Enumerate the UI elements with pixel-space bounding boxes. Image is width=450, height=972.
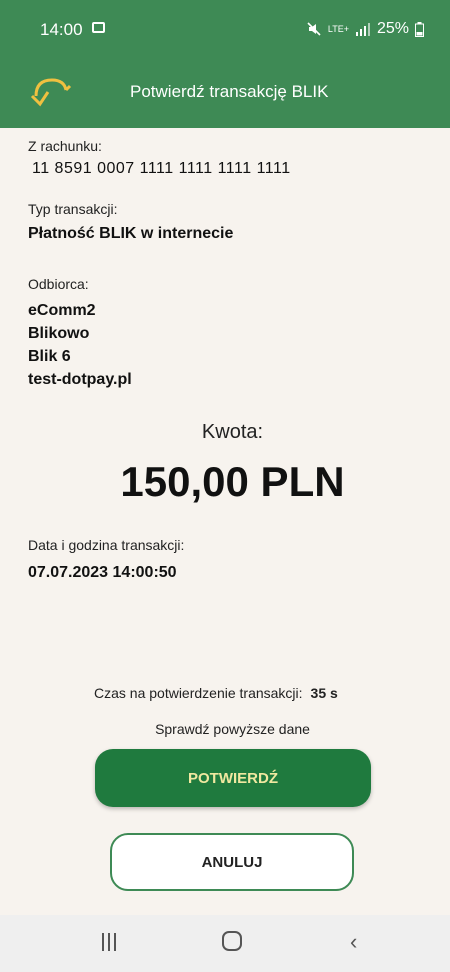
check-data-text: Sprawdź powyższe dane	[155, 721, 310, 737]
battery-icon	[415, 21, 424, 37]
recipient-line: Blik 6	[28, 348, 71, 365]
status-icons: LTE+ 25%	[306, 20, 424, 38]
cancel-button[interactable]: ANULUJ	[110, 833, 354, 891]
datetime-label: Data i godzina transakcji:	[28, 537, 185, 553]
recipient-label: Odbiorca:	[28, 276, 89, 292]
status-time: 14:00	[40, 20, 83, 39]
home-icon[interactable]	[222, 931, 242, 951]
transaction-type-label: Typ transakcji:	[28, 201, 118, 217]
back-icon[interactable]: ‹	[350, 929, 357, 955]
status-bar: 14:00 LTE+ 25%	[0, 0, 450, 58]
bank-logo-icon	[30, 78, 72, 107]
amount-label: Kwota:	[201, 421, 264, 443]
timer-row: Czas na potwierdzenie transakcji: 35 s	[94, 685, 338, 701]
gallery-icon	[92, 22, 105, 33]
app-bar: Potwierdź transakcję BLIK	[0, 58, 450, 128]
recipient-line: Blikowo	[28, 325, 90, 342]
recipient-line: test-dotpay.pl	[28, 371, 132, 388]
account-number: 11 8591 0007 1111 1111 1111 1111	[32, 160, 291, 177]
recent-apps-icon[interactable]	[102, 933, 116, 951]
system-nav-bar: ‹	[0, 915, 450, 972]
datetime-value: 07.07.2023 14:00:50	[28, 564, 177, 581]
timer-value: 35 s	[310, 685, 338, 701]
transaction-type-value: Płatność BLIK w internecie	[28, 225, 234, 242]
mute-icon	[307, 22, 321, 36]
recipient-line: eComm2	[28, 302, 96, 319]
lte-indicator: LTE+	[327, 24, 349, 34]
signal-icon	[355, 23, 370, 36]
page-title: Potwierdź transakcję BLIK	[130, 82, 329, 101]
confirm-button[interactable]: POTWIERDŹ	[95, 749, 371, 807]
timer-label: Czas na potwierdzenie transakcji:	[94, 685, 303, 701]
battery-percent: 25%	[376, 20, 409, 37]
account-label: Z rachunku:	[28, 138, 102, 154]
amount-value: 150,00 PLN	[120, 458, 345, 505]
